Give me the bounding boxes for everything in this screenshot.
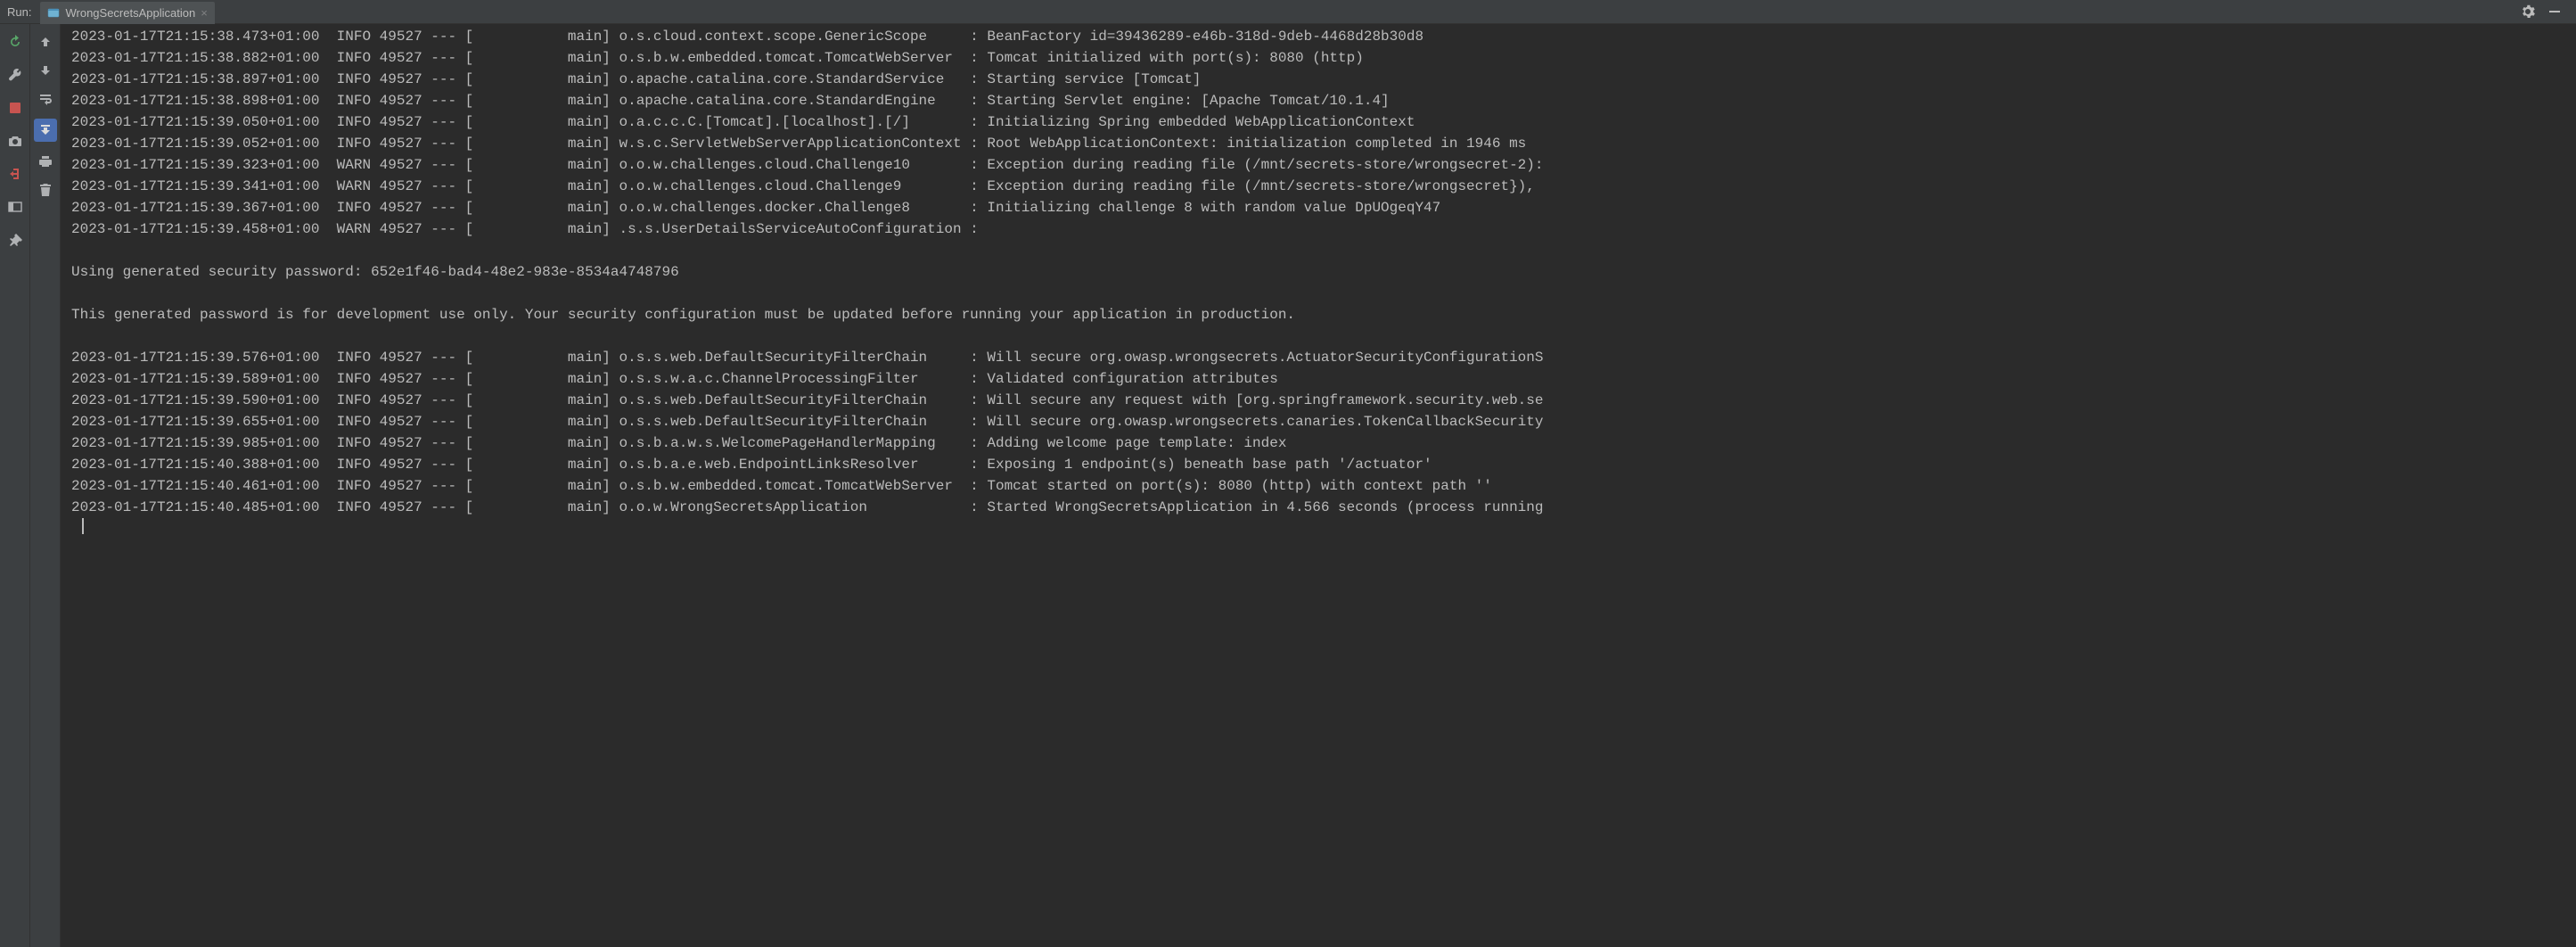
text-cursor: [82, 518, 84, 534]
log-line: 2023-01-17T21:15:39.655+01:00 INFO 49527…: [71, 411, 2576, 432]
log-line: 2023-01-17T21:15:39.323+01:00 WARN 49527…: [71, 154, 2576, 176]
log-line: 2023-01-17T21:15:38.898+01:00 INFO 49527…: [71, 90, 2576, 111]
log-line: 2023-01-17T21:15:39.590+01:00 INFO 49527…: [71, 390, 2576, 411]
spring-boot-icon: [47, 6, 60, 19]
layout-icon[interactable]: [6, 198, 24, 216]
log-line: 2023-01-17T21:15:38.882+01:00 INFO 49527…: [71, 47, 2576, 69]
wrench-icon[interactable]: [6, 66, 24, 84]
run-header-right: [2519, 3, 2569, 21]
log-line: [71, 240, 2576, 261]
log-line: 2023-01-17T21:15:38.473+01:00 INFO 49527…: [71, 26, 2576, 47]
log-line: 2023-01-17T21:15:39.985+01:00 INFO 49527…: [71, 432, 2576, 454]
log-line: 2023-01-17T21:15:39.458+01:00 WARN 49527…: [71, 218, 2576, 240]
print-icon[interactable]: [37, 152, 54, 170]
console-output[interactable]: 2023-01-17T21:15:38.473+01:00 INFO 49527…: [61, 24, 2576, 947]
minimize-icon[interactable]: [2546, 3, 2564, 21]
log-line: 2023-01-17T21:15:39.052+01:00 INFO 49527…: [71, 133, 2576, 154]
log-line: [71, 325, 2576, 347]
run-tool-header: Run: WrongSecretsApplication ×: [0, 0, 2576, 24]
scroll-to-end-icon[interactable]: [34, 119, 57, 142]
stop-icon[interactable]: [6, 99, 24, 117]
run-label: Run:: [7, 5, 31, 19]
log-line: [71, 283, 2576, 304]
console-action-toolbar: [30, 24, 61, 947]
gear-icon[interactable]: [2519, 3, 2537, 21]
log-line: Using generated security password: 652e1…: [71, 261, 2576, 283]
log-line: 2023-01-17T21:15:38.897+01:00 INFO 49527…: [71, 69, 2576, 90]
close-tab-icon[interactable]: ×: [201, 6, 208, 20]
run-header-left: Run: WrongSecretsApplication ×: [7, 0, 215, 24]
log-line: 2023-01-17T21:15:40.485+01:00 INFO 49527…: [71, 497, 2576, 518]
trash-icon[interactable]: [37, 181, 54, 199]
down-arrow-icon[interactable]: [37, 62, 54, 79]
pin-icon[interactable]: [6, 231, 24, 249]
exit-icon[interactable]: [6, 165, 24, 183]
log-line: 2023-01-17T21:15:39.589+01:00 INFO 49527…: [71, 368, 2576, 390]
log-line: 2023-01-17T21:15:39.576+01:00 INFO 49527…: [71, 347, 2576, 368]
log-line: This generated password is for developme…: [71, 304, 2576, 325]
log-line: 2023-01-17T21:15:39.341+01:00 WARN 49527…: [71, 176, 2576, 197]
soft-wrap-icon[interactable]: [37, 90, 54, 108]
run-action-toolbar: [0, 24, 30, 947]
log-line: 2023-01-17T21:15:40.461+01:00 INFO 49527…: [71, 475, 2576, 497]
run-config-name: WrongSecretsApplication: [65, 6, 195, 20]
up-arrow-icon[interactable]: [37, 33, 54, 51]
log-line: 2023-01-17T21:15:39.367+01:00 INFO 49527…: [71, 197, 2576, 218]
log-line: 2023-01-17T21:15:39.050+01:00 INFO 49527…: [71, 111, 2576, 133]
camera-icon[interactable]: [6, 132, 24, 150]
run-body: 2023-01-17T21:15:38.473+01:00 INFO 49527…: [0, 24, 2576, 947]
rerun-icon[interactable]: [6, 33, 24, 51]
run-config-tab[interactable]: WrongSecretsApplication ×: [40, 2, 214, 24]
log-line: 2023-01-17T21:15:40.388+01:00 INFO 49527…: [71, 454, 2576, 475]
